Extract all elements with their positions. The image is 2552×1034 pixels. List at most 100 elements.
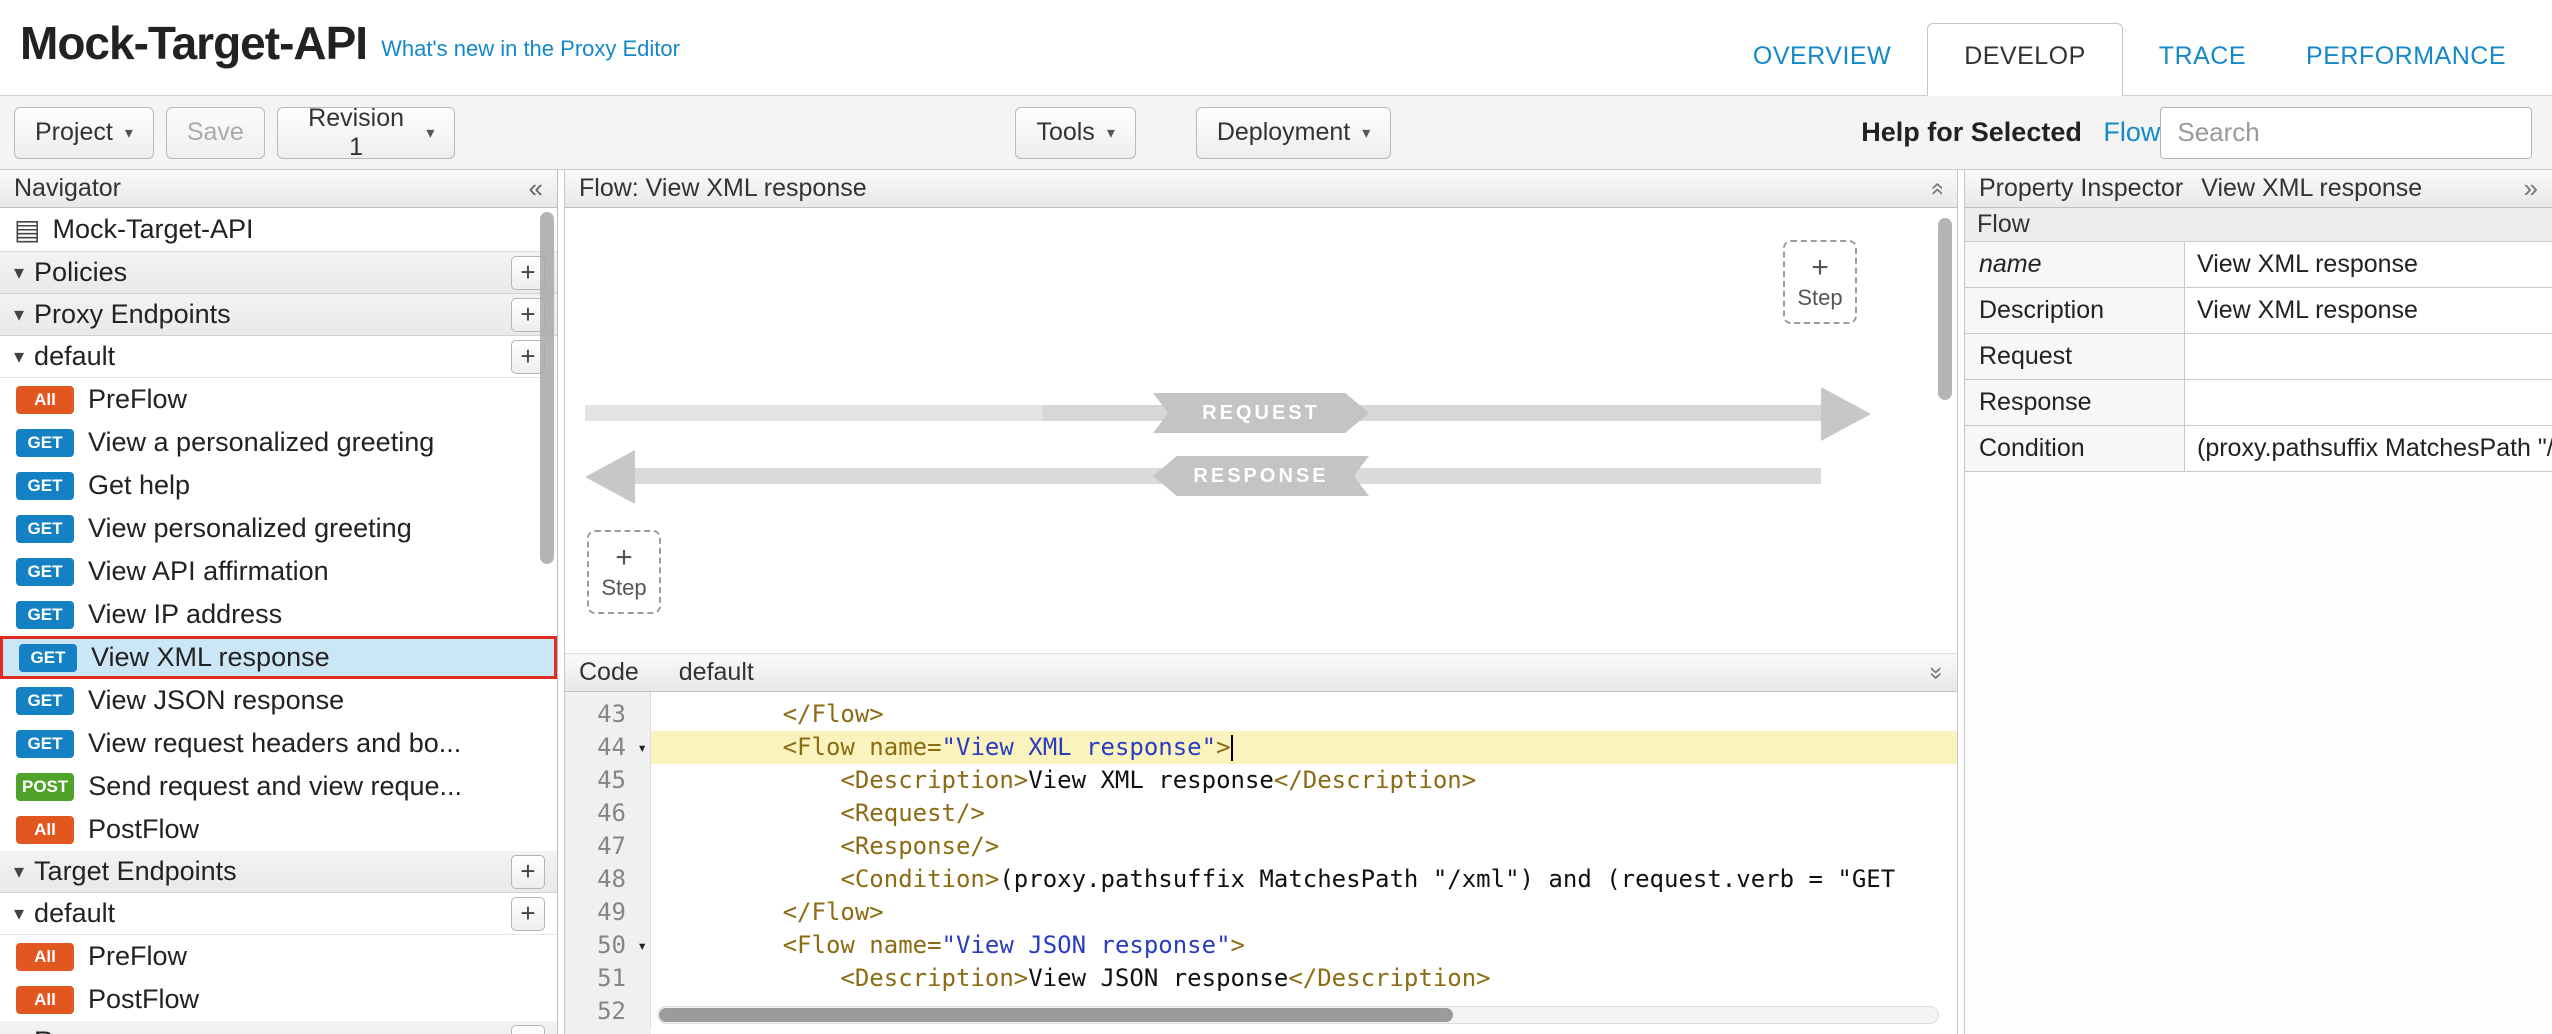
request-arrow-icon: [1821, 387, 1871, 441]
plus-icon: +: [1811, 253, 1829, 283]
disclosure-icon[interactable]: ▾: [14, 302, 24, 327]
property-label: Description: [1965, 288, 2185, 333]
expand-inspector-icon[interactable]: »: [2524, 173, 2538, 204]
navigator-panel: Navigator « ▤ Mock-Target-API ▾Policies+…: [0, 170, 558, 1034]
help-flow-link[interactable]: Flow: [2103, 117, 2160, 147]
flow-panel-title: Flow: View XML response: [579, 174, 867, 203]
property-value[interactable]: [2185, 380, 2552, 425]
request-label: REQUEST: [1153, 393, 1369, 433]
code-line-content: <Flow name="View XML response">: [651, 731, 1957, 764]
collapse-flow-panel-icon[interactable]: »: [1922, 182, 1950, 195]
method-badge: POST: [16, 773, 74, 801]
apigee-proxy-editor: Mock-Target-API What's new in the Proxy …: [0, 0, 2552, 1034]
flow-panel-header: Flow: View XML response »: [565, 170, 1957, 208]
project-dropdown[interactable]: Project ▾: [14, 107, 154, 159]
navigator-flow-postflow[interactable]: AllPostFlow: [0, 978, 557, 1021]
bundle-icon: ▤: [14, 213, 40, 246]
whats-new-link[interactable]: What's new in the Proxy Editor: [381, 36, 680, 62]
caret-down-icon: ▾: [1362, 123, 1370, 143]
property-row-condition: Condition(proxy.pathsuffix MatchesPath "…: [1965, 426, 2552, 472]
add-step-label: Step: [1797, 285, 1842, 311]
navigator-root-item[interactable]: ▤ Mock-Target-API: [0, 208, 557, 252]
navigator-flow-preflow[interactable]: AllPreFlow: [0, 935, 557, 978]
code-panel-title: Code: [579, 658, 639, 687]
navigator-section-policies[interactable]: ▾Policies+: [0, 252, 557, 294]
method-badge: GET: [16, 730, 74, 758]
code-line: 44▾ <Flow name="View XML response">: [565, 731, 1957, 764]
property-value[interactable]: View XML response: [2185, 242, 2552, 287]
navigator-flow-view-api-affirmation[interactable]: GETView API affirmation: [0, 550, 557, 593]
code-tab-default[interactable]: default: [679, 658, 754, 687]
property-row-description: DescriptionView XML response: [1965, 288, 2552, 334]
fold-icon[interactable]: ▾: [637, 731, 647, 764]
help-for-selected-label: Help for Selected: [1861, 117, 2082, 147]
expand-code-panel-icon[interactable]: »: [1922, 666, 1950, 679]
method-badge: All: [16, 986, 74, 1014]
method-badge: GET: [16, 472, 74, 500]
navigator-group-default[interactable]: ▾default+: [0, 893, 557, 935]
property-inspector-subtitle: View XML response: [2201, 174, 2422, 203]
navigator-flow-view-request-headers-and-bo[interactable]: GETView request headers and bo...: [0, 722, 557, 765]
tab-trace[interactable]: TRACE: [2129, 42, 2276, 95]
code-line: 50▾ <Flow name="View JSON response">: [565, 929, 1957, 962]
navigator-flow-view-a-personalized-greeting[interactable]: GETView a personalized greeting: [0, 421, 557, 464]
code-line: 48 <Condition>(proxy.pathsuffix MatchesP…: [565, 863, 1957, 896]
inspector-section-flow: Flow: [1965, 208, 2552, 242]
navigator-group-default[interactable]: ▾default+: [0, 336, 557, 378]
navigator-flow-view-ip-address[interactable]: GETView IP address: [0, 593, 557, 636]
navigator-flow-get-help[interactable]: GET Get help: [0, 464, 557, 507]
code-line-content: <Description>View JSON response</Descrip…: [651, 962, 1957, 995]
navigator-flow-preflow[interactable]: AllPreFlow: [0, 378, 557, 421]
add-button[interactable]: +: [511, 1025, 545, 1034]
navigator-flow-view-xml-response[interactable]: GETView XML response: [0, 636, 557, 679]
disclosure-icon[interactable]: ▾: [14, 901, 24, 926]
tools-dropdown[interactable]: Tools ▾: [1015, 107, 1135, 159]
property-value[interactable]: View XML response: [2185, 288, 2552, 333]
code-editor[interactable]: 43 </Flow>44▾ <Flow name="View XML respo…: [565, 692, 1957, 1034]
revision-dropdown[interactable]: Revision 1 ▾: [277, 107, 456, 159]
add-response-step-button[interactable]: + Step: [587, 530, 661, 614]
code-horizontal-scrollbar[interactable]: [657, 1006, 1939, 1024]
fold-icon[interactable]: ▾: [637, 929, 647, 962]
code-line-content: <Flow name="View JSON response">: [651, 929, 1957, 962]
collapse-navigator-icon[interactable]: «: [529, 173, 543, 204]
flow-label: View personalized greeting: [88, 513, 412, 544]
code-line-content: <Description>View XML response</Descript…: [651, 764, 1957, 797]
flow-label: View a personalized greeting: [88, 427, 434, 458]
property-value[interactable]: [2185, 334, 2552, 379]
line-number: 49: [565, 896, 651, 929]
tab-develop[interactable]: DEVELOP: [1927, 23, 2123, 96]
search-input[interactable]: [2160, 107, 2532, 159]
deployment-dropdown[interactable]: Deployment ▾: [1196, 107, 1391, 159]
add-button[interactable]: +: [511, 855, 545, 889]
save-button[interactable]: Save: [166, 107, 265, 159]
navigator-section-target-endpoints[interactable]: ▾ Target Endpoints +: [0, 851, 557, 893]
disclosure-icon[interactable]: ▾: [14, 260, 24, 285]
navigator-flow-view-json-response[interactable]: GETView JSON response: [0, 679, 557, 722]
disclosure-icon[interactable]: ▾: [14, 859, 24, 884]
add-request-step-button[interactable]: + Step: [1783, 240, 1857, 324]
tab-performance[interactable]: PERFORMANCE: [2276, 42, 2536, 95]
code-line: 46 <Request/>: [565, 797, 1957, 830]
navigator-flow-view-personalized-greeting[interactable]: GETView personalized greeting: [0, 507, 557, 550]
flow-label: Get help: [88, 470, 190, 501]
section-label: Target Endpoints: [34, 856, 237, 887]
scrollbar-thumb[interactable]: [659, 1008, 1453, 1022]
navigator-section-proxy-endpoints[interactable]: ▾Proxy Endpoints+: [0, 294, 557, 336]
navigator-flow-postflow[interactable]: AllPostFlow: [0, 808, 557, 851]
property-row-request: Request: [1965, 334, 2552, 380]
property-value[interactable]: (proxy.pathsuffix MatchesPath "/x: [2185, 426, 2552, 471]
navigator-scrollbar[interactable]: [540, 212, 554, 564]
flow-diagram-scrollbar[interactable]: [1938, 218, 1952, 400]
property-row-response: Response: [1965, 380, 2552, 426]
tab-overview[interactable]: OVERVIEW: [1723, 42, 1921, 95]
navigator-root-label: Mock-Target-API: [52, 214, 253, 245]
disclosure-icon[interactable]: ▾: [14, 1029, 24, 1034]
method-badge: GET: [19, 644, 77, 672]
project-dropdown-label: Project: [35, 118, 113, 147]
navigator-flow-send-request-and-view-reque[interactable]: POSTSend request and view reque...: [0, 765, 557, 808]
add-button[interactable]: +: [511, 897, 545, 931]
caret-down-icon: ▾: [125, 123, 133, 143]
navigator-section-resources[interactable]: ▾Resources+: [0, 1021, 557, 1034]
disclosure-icon[interactable]: ▾: [14, 344, 24, 369]
